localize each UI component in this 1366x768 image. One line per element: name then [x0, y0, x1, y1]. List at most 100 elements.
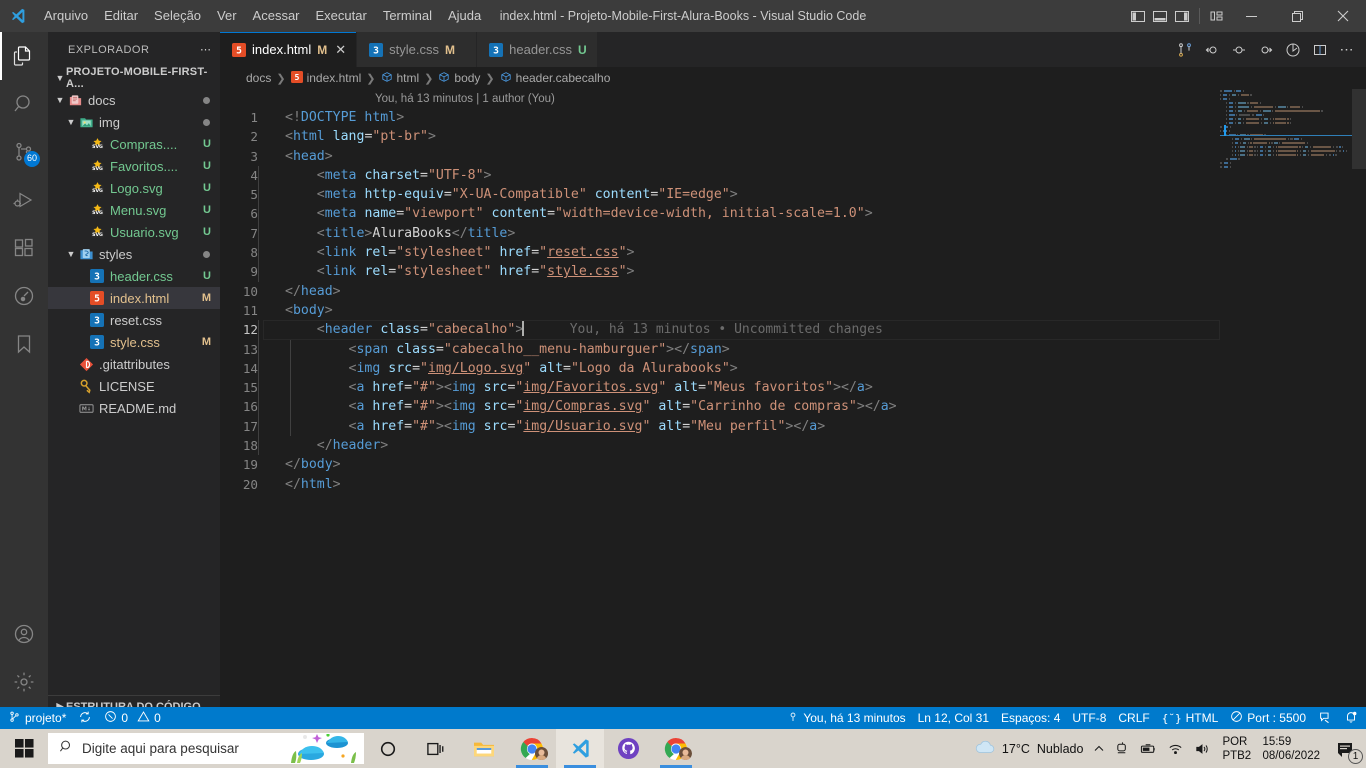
code-lines[interactable]: 1 <!DOCTYPE html> 2 <html lang="pt-br"> 3 <he… — [220, 108, 1366, 494]
workspace-root-row[interactable]: ▼ PROJETO-MOBILE-FIRST-A... — [48, 66, 220, 90]
tree-file-compras[interactable]: SVG Compras.... U — [48, 133, 220, 155]
toggle-primary-sidebar-icon[interactable] — [1127, 0, 1149, 32]
search-icon[interactable] — [0, 80, 48, 128]
taskbar-app-github-desktop[interactable] — [604, 729, 652, 768]
taskbar-app-file-explorer[interactable] — [460, 729, 508, 768]
menu-ver[interactable]: Ver — [209, 0, 245, 32]
tree-file-gitattributes[interactable]: .gitattributes — [48, 353, 220, 375]
breadcrumb-item-index-html[interactable]: 5 index.html — [290, 71, 361, 85]
tray-weather[interactable]: 17°C Nublado — [969, 729, 1089, 768]
tab-close-icon[interactable]: ✕ — [335, 42, 346, 58]
webcam-icon[interactable] — [1110, 729, 1135, 768]
tab-style-css[interactable]: 3 style.css M — [357, 32, 478, 67]
action-center-icon[interactable]: 1 — [1326, 729, 1366, 768]
code-line[interactable]: 4 <meta charset="UTF-8"> — [220, 165, 1366, 186]
status-language-mode[interactable]: {˘} HTML — [1156, 707, 1225, 729]
volume-icon[interactable] — [1189, 729, 1216, 768]
minimap[interactable] — [1220, 89, 1352, 718]
explorer-icon[interactable] — [0, 32, 48, 80]
code-line[interactable]: 9 <link rel="stylesheet" href="style.css… — [220, 262, 1366, 282]
code-line[interactable]: 6 <meta name="viewport" content="width=d… — [220, 204, 1366, 224]
code-line[interactable]: 14 <img src="img/Logo.svg" alt="Logo da … — [220, 358, 1366, 379]
tray-language-clock[interactable]: POR 15:59 PTB2 08/06/2022 — [1216, 735, 1326, 763]
taskbar-app-visual-studio-code[interactable] — [556, 729, 604, 768]
tab-header-css[interactable]: 3 header.css U — [477, 32, 598, 67]
customize-layout-icon[interactable] — [1206, 0, 1228, 32]
code-line[interactable]: 13 <span class="cabecalho__menu-hamburgu… — [220, 339, 1366, 359]
tab-index-html[interactable]: 5 index.html M ✕ — [220, 32, 358, 67]
status-sync-changes[interactable] — [72, 707, 98, 729]
tree-file-usuario-svg[interactable]: SVG Usuario.svg U — [48, 221, 220, 243]
code-line[interactable]: 12 <header class="cabecalho"> You, há 13… — [220, 320, 1366, 340]
tree-file-header-css[interactable]: 3 header.css U — [48, 265, 220, 287]
status-problems[interactable]: 0 0 — [98, 707, 166, 729]
menu-selecao[interactable]: Seleção — [146, 0, 209, 32]
source-control-icon[interactable]: 60 — [0, 128, 48, 176]
code-line[interactable]: 7 <title>AluraBooks</title> — [220, 223, 1366, 244]
code-line[interactable]: 20 </html> — [220, 475, 1366, 494]
code-line[interactable]: 5 <meta http-equiv="X-UA-Compatible" con… — [220, 185, 1366, 205]
code-line[interactable]: 2 <html lang="pt-br"> — [220, 127, 1366, 146]
tree-file-style-css[interactable]: 3 style.css M — [48, 331, 220, 353]
status-encoding[interactable]: UTF-8 — [1066, 707, 1112, 729]
taskbar-app-task-view[interactable] — [412, 729, 460, 768]
editor-vertical-scrollbar[interactable] — [1352, 89, 1366, 718]
code-line[interactable]: 19 </body> — [220, 455, 1366, 474]
tree-file-readme-md[interactable]: M↓ README.md — [48, 397, 220, 419]
breadcrumb-item-docs[interactable]: docs — [246, 71, 271, 85]
run-and-debug-icon[interactable] — [0, 176, 48, 224]
tree-file-reset-css[interactable]: 3 reset.css — [48, 309, 220, 331]
go-to-previous-change-icon[interactable] — [1199, 32, 1225, 67]
settings-gear-icon[interactable] — [0, 658, 48, 706]
source-control-compare-icon[interactable] — [1172, 32, 1198, 67]
chevron-down-icon[interactable]: ▼ — [65, 249, 77, 259]
taskbar-app-google-chrome[interactable] — [508, 729, 556, 768]
code-token[interactable]: img/Favoritos.svg — [523, 380, 658, 395]
tray-expand-icon[interactable] — [1088, 729, 1110, 768]
taskbar-app-google-chrome-2[interactable] — [652, 729, 700, 768]
menu-terminal[interactable]: Terminal — [375, 0, 440, 32]
extensions-icon[interactable] — [0, 224, 48, 272]
menu-bar[interactable]: Arquivo Editar Seleção Ver Acessar Execu… — [36, 0, 489, 32]
taskbar-search-box[interactable]: Digite aqui para pesquisar — [48, 733, 364, 764]
go-to-change-icon[interactable] — [1226, 32, 1252, 67]
minimize-button[interactable] — [1228, 0, 1274, 32]
code-token[interactable]: img/Logo.svg — [428, 361, 523, 376]
chevron-down-icon[interactable]: ▼ — [65, 117, 77, 127]
windows-start-icon[interactable] — [0, 729, 48, 768]
scrollbar-thumb[interactable] — [1352, 89, 1366, 169]
bookmarks-icon[interactable] — [0, 320, 48, 368]
file-tree[interactable]: ▼ docs ▼ img SVG Compras.... U SVG Favoritos....… — [48, 89, 220, 419]
code-line[interactable]: 10 </head> — [220, 282, 1366, 301]
tree-file-index-html[interactable]: 5 index.html M — [48, 287, 220, 309]
menu-acessar[interactable]: Acessar — [245, 0, 308, 32]
status-eol[interactable]: CRLF — [1112, 707, 1155, 729]
code-token[interactable]: img/Usuario.svg — [523, 419, 642, 434]
tree-file-menu-svg[interactable]: SVG Menu.svg U — [48, 199, 220, 221]
preview-icon[interactable] — [1280, 32, 1306, 67]
code-token[interactable]: reset.css — [547, 245, 618, 260]
more-actions-icon[interactable]: ⋯ — [1334, 32, 1360, 67]
menu-editar[interactable]: Editar — [96, 0, 146, 32]
code-line[interactable]: 11 <body> — [220, 301, 1366, 320]
status-branch[interactable]: projeto* — [2, 707, 72, 729]
status-git-blame[interactable]: You, há 13 minutos — [781, 707, 911, 729]
code-line[interactable]: 3 <head> — [220, 147, 1366, 166]
menu-ajuda[interactable]: Ajuda — [440, 0, 489, 32]
battery-icon[interactable] — [1135, 729, 1162, 768]
code-line[interactable]: 18 </header> — [220, 436, 1366, 456]
close-button[interactable] — [1320, 0, 1366, 32]
status-indentation[interactable]: Espaços: 4 — [995, 707, 1066, 729]
code-token[interactable]: img/Compras.svg — [523, 399, 642, 414]
tree-folder-styles[interactable]: ▼ styles — [48, 243, 220, 265]
code-editor[interactable]: You, há 13 minutos | 1 author (You) 1 <!D… — [220, 89, 1366, 718]
tree-folder-img[interactable]: ▼ img — [48, 111, 220, 133]
chevron-down-icon[interactable]: ▼ — [54, 95, 66, 105]
breadcrumb-item-body[interactable]: body — [438, 71, 480, 85]
taskbar-app-cortana[interactable] — [364, 729, 412, 768]
maximize-button[interactable] — [1274, 0, 1320, 32]
tree-folder-docs[interactable]: ▼ docs — [48, 89, 220, 111]
toggle-panel-icon[interactable] — [1149, 0, 1171, 32]
wifi-icon[interactable] — [1162, 729, 1189, 768]
split-editor-right-icon[interactable] — [1307, 32, 1333, 67]
